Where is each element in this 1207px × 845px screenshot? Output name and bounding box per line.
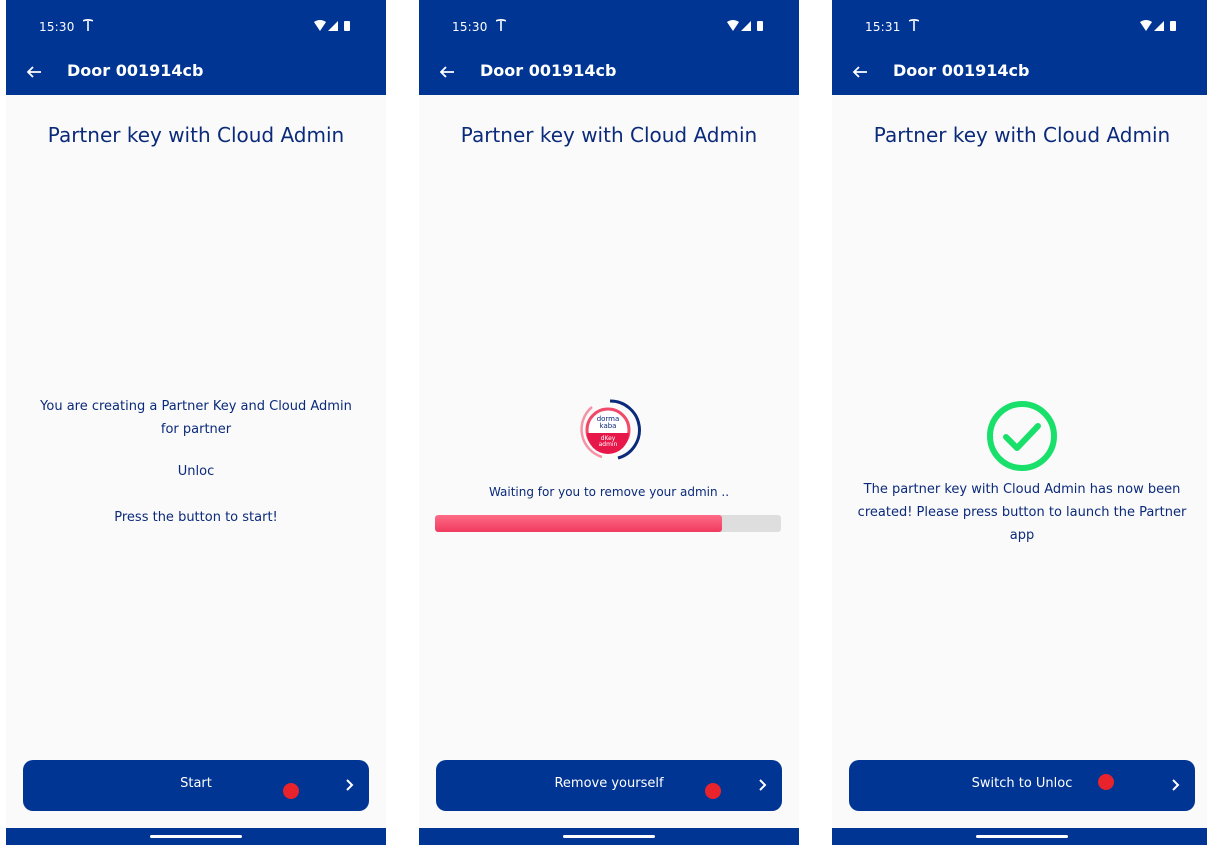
arrow-left-icon[interactable] [437, 62, 457, 82]
home-gesture-handle[interactable] [563, 835, 655, 838]
app-bar: Door 001914cb [832, 50, 1207, 95]
battery-icon [757, 21, 763, 31]
chevron-right-icon [1172, 779, 1180, 791]
chevron-right-icon [346, 779, 354, 791]
touch-indicator [1098, 774, 1114, 790]
dormakaba-dkey-logo: dorma kaba dKey admin [578, 398, 642, 462]
remove-yourself-button[interactable]: Remove yourself [436, 760, 782, 811]
partner-name: Unloc [177, 464, 215, 479]
cell-signal-icon [328, 21, 338, 31]
status-time: 15:30 [452, 20, 488, 34]
arrow-left-icon[interactable] [850, 62, 870, 82]
success-message: The partner key with Cloud Admin has now… [857, 482, 1187, 543]
page-title: Partner key with Cloud Admin [460, 123, 758, 147]
waiting-status-text: Waiting for you to remove your admin .. [488, 485, 730, 499]
app-bar-title: Door 001914cb [480, 61, 617, 80]
status-time: 15:30 [39, 20, 75, 34]
screen-success: 15:31 Door 001914cb Partner key with Clo… [832, 0, 1207, 845]
app-bar: Door 001914cb [419, 50, 799, 95]
status-time: 15:31 [865, 20, 901, 34]
system-status-icons [314, 20, 350, 31]
touch-indicator [283, 783, 299, 799]
touch-indicator [705, 783, 721, 799]
loading-ring-icon [580, 399, 641, 460]
home-gesture-handle[interactable] [976, 835, 1068, 838]
screen-start: 15:30 Door 001914cb Partner key with Clo… [6, 0, 386, 845]
battery-icon [344, 21, 350, 31]
navigation-bar [6, 828, 386, 845]
check-circle-icon [987, 401, 1057, 471]
screen-waiting: 15:30 Door 001914cb Partner key with Clo… [419, 0, 799, 845]
app-bar-title: Door 001914cb [67, 61, 204, 80]
switch-to-unloc-button-label: Switch to Unloc [971, 776, 1073, 791]
carrier-signal-icon [909, 19, 919, 31]
logo-text-kaba: kaba [599, 422, 617, 430]
remove-yourself-button-label: Remove yourself [554, 776, 664, 791]
start-button-label: Start [180, 776, 212, 791]
start-button[interactable]: Start [23, 760, 369, 811]
instruction-text: You are creating a Partner Key and Cloud… [40, 399, 352, 437]
status-bar: 15:30 [6, 0, 386, 50]
carrier-signal-icon [83, 19, 93, 31]
cell-signal-icon [1154, 21, 1164, 31]
switch-to-unloc-button[interactable]: Switch to Unloc [849, 760, 1195, 811]
status-bar: 15:30 [419, 0, 799, 50]
battery-icon [1170, 21, 1176, 31]
page-title: Partner key with Cloud Admin [47, 123, 345, 147]
chevron-right-icon [759, 779, 767, 791]
arrow-left-icon[interactable] [24, 62, 44, 82]
cell-signal-icon [741, 21, 751, 31]
home-gesture-handle[interactable] [150, 835, 242, 838]
progress-bar [435, 515, 781, 532]
logo-text-admin: admin [598, 441, 618, 448]
app-bar-title: Door 001914cb [893, 61, 1030, 80]
start-hint-text: Press the button to start! [114, 510, 278, 525]
navigation-bar [419, 828, 799, 845]
wifi-icon [727, 20, 739, 31]
page-title: Partner key with Cloud Admin [873, 123, 1171, 147]
system-status-icons [1140, 20, 1176, 31]
system-status-icons [727, 20, 763, 31]
carrier-signal-icon [496, 19, 506, 31]
app-bar: Door 001914cb [6, 50, 386, 95]
progress-bar-fill [435, 515, 723, 532]
wifi-icon [1140, 20, 1152, 31]
navigation-bar [832, 828, 1207, 845]
wifi-icon [314, 20, 326, 31]
status-bar: 15:31 [832, 0, 1207, 50]
